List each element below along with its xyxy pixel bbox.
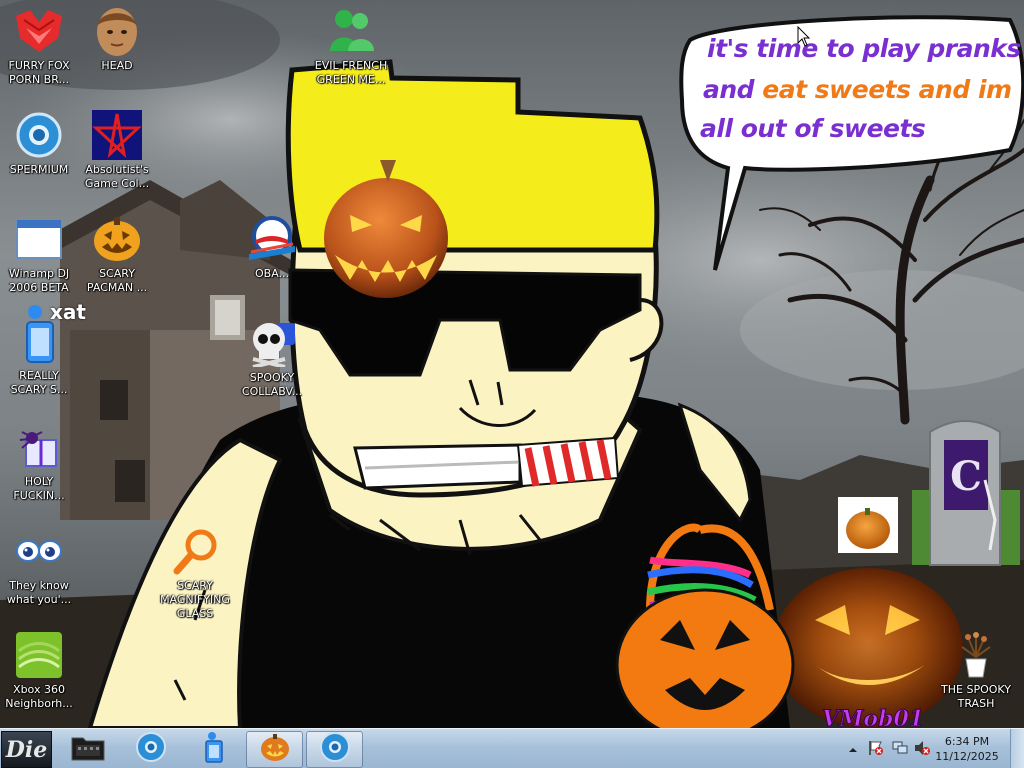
desktop-icon-label: SPOOKY COLLABV... [241, 371, 303, 398]
obama-logo-icon [247, 214, 297, 264]
action-center-flag-icon[interactable] [868, 740, 884, 761]
desktop-icon-scary-magnifying[interactable]: SCARY MAGNIFYING GLASS [156, 526, 234, 621]
desktop-icon-absolutist[interactable]: Absolutist's Game Col... [78, 110, 156, 191]
browser-icon [319, 732, 350, 767]
avatar-head-icon [92, 6, 142, 56]
red-fox-logo-icon [14, 6, 64, 56]
jack-o-lantern-icon [92, 214, 142, 264]
volume-muted-icon[interactable] [914, 740, 930, 761]
clock-time: 6:34 PM [944, 735, 990, 748]
svg-text:C: C [950, 453, 982, 500]
desktop-icon-label: SCARY MAGNIFYING GLASS [160, 579, 230, 620]
skull-icon [247, 318, 297, 368]
usb-drive-icon [202, 731, 226, 768]
network-icon[interactable] [892, 740, 908, 761]
desktop-icon-label: Absolutist's Game Col... [84, 163, 150, 190]
desktop-icon-label: Xbox 360 Neighborh... [5, 683, 73, 710]
speech-bubble-line3: all out of sweets [700, 114, 926, 143]
bubble-line1-text: it's time to play pranks [707, 34, 1021, 63]
desktop-icon-really-scary[interactable]: xat REALLY SCARY S... [0, 300, 86, 397]
bubble-line2-part-b: eat sweets and im [762, 75, 1012, 104]
desktop-icon-winamp[interactable]: Winamp DJ 2006 BETA [0, 214, 78, 295]
mouse-cursor [797, 25, 811, 53]
desktop-icon-spooky-trash[interactable]: THE SPOOKY TRASH [936, 630, 1016, 711]
spider-gift-icon [14, 422, 64, 472]
taskbar-item-pumpkin[interactable] [246, 731, 303, 768]
messenger-buddies-icon [326, 6, 376, 56]
desktop-icon-label: EVIL FRENCH GREEN ME... [314, 59, 388, 86]
pentagram-star-icon [92, 110, 142, 160]
desktop-icon-label: HEAD [101, 59, 133, 72]
desktop-icon-xbox[interactable]: Xbox 360 Neighborh... [0, 630, 78, 711]
show-desktop-button[interactable] [1010, 729, 1024, 768]
bubble-line3-text: all out of sweets [700, 114, 926, 143]
desktop-icon-label: OBA... [254, 267, 290, 280]
show-hidden-icons-chevron-up-icon[interactable] [848, 742, 858, 760]
desktop-icon-holy-fuckin[interactable]: HOLY FUCKIN... [0, 422, 78, 503]
desktop-icon-evil-french[interactable]: EVIL FRENCH GREEN ME... [312, 6, 390, 87]
xbox-icon [14, 630, 64, 680]
speech-bubble-line2: and eat sweets and im [703, 75, 1012, 104]
desktop-icon-spooky-collab[interactable]: SPOOKY COLLABV... [233, 318, 311, 399]
desktop-icon-label: THE SPOOKY TRASH [941, 683, 1011, 710]
start-button[interactable]: Die [1, 731, 52, 768]
staring-eyes-icon [14, 526, 64, 576]
taskbar-item-browser-active[interactable] [306, 731, 363, 768]
taskbar-item-usb-drive[interactable] [185, 731, 242, 768]
browser-icon [135, 732, 166, 767]
desktop-icon-head[interactable]: HEAD [78, 6, 156, 73]
plant-pot-trash-icon [951, 630, 1001, 680]
system-tray: 6:34 PM 11/12/2025 [834, 729, 1024, 768]
desktop-icon-they-know[interactable]: They know what you'... [0, 526, 78, 607]
clock[interactable]: 6:34 PM 11/12/2025 [932, 734, 1002, 764]
start-button-label: Die [5, 736, 48, 763]
desktop-icon-scary-pacman[interactable]: SCARY PACMAN ... [78, 214, 156, 295]
desktop-icon-label: They know what you'... [6, 579, 72, 606]
magnifying-glass-icon [170, 526, 220, 576]
taskbar-item-film-folder[interactable] [59, 731, 116, 768]
speech-bubble-line1: it's time to play pranks [707, 34, 1021, 63]
desktop-icon-label: FURRY FOX PORN BR... [8, 59, 70, 86]
desktop-icon-label: Winamp DJ 2006 BETA [8, 267, 70, 294]
desktop-icon-label: HOLY FUCKIN... [13, 475, 65, 502]
desktop-icon-obama[interactable]: OBA... [233, 214, 311, 281]
film-folder-icon [71, 733, 105, 766]
desktop-icon-spermium[interactable]: SPERMIUM [0, 110, 78, 177]
desktop-icon-label: REALLY SCARY S... [10, 369, 68, 396]
window-app-icon [14, 214, 64, 264]
desktop-icon-label: SPERMIUM [9, 163, 69, 176]
taskbar-item-browser[interactable] [122, 731, 179, 768]
clock-date: 11/12/2025 [935, 750, 999, 763]
desktop-icon-furry-fox[interactable]: FURRY FOX PORN BR... [0, 6, 78, 87]
taskbar: Die 6:34 PM 11/12/2025 [0, 728, 1024, 768]
watermark-text: VMob01 [822, 706, 924, 728]
pumpkin-icon [259, 732, 291, 767]
xat-bottle-icon: xat [0, 300, 86, 366]
bubble-line2-part-a: and [703, 75, 763, 104]
chrome-like-browser-icon [14, 110, 64, 160]
desktop-icon-label: SCARY PACMAN ... [86, 267, 148, 294]
